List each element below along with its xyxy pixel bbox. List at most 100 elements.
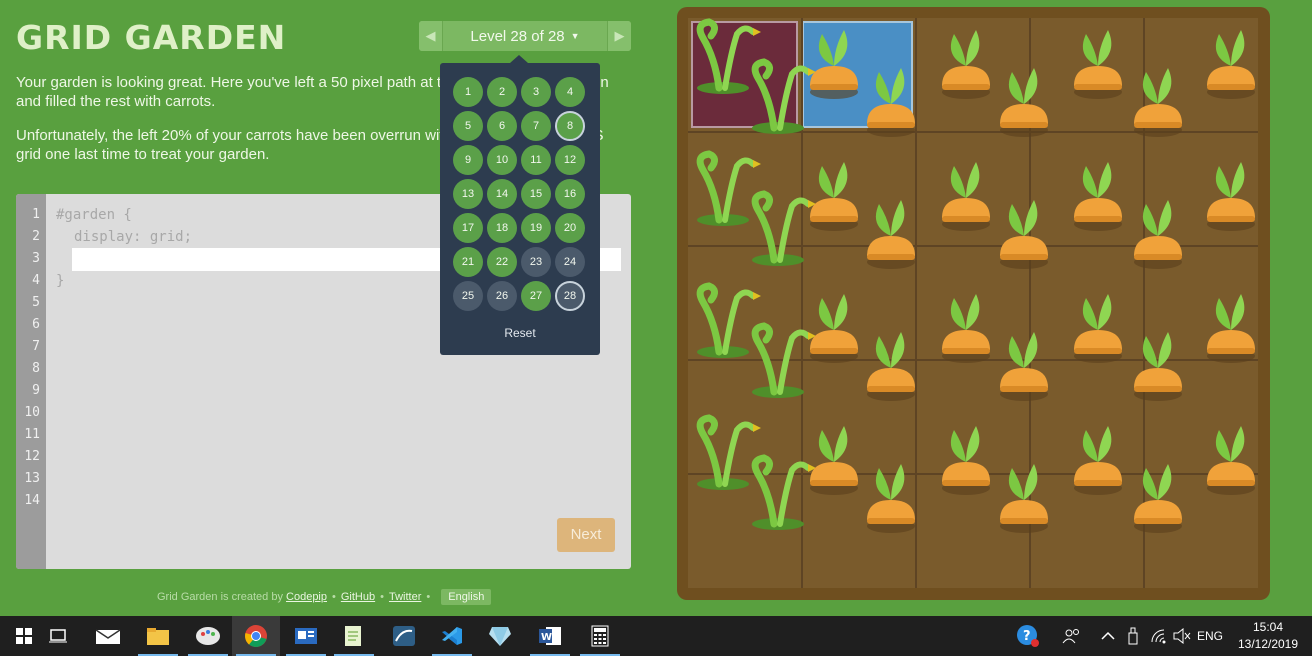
line-number: 13	[24, 471, 40, 486]
level-button-7[interactable]: 7	[521, 111, 551, 141]
level-button-2[interactable]: 2	[487, 77, 517, 107]
line-number: 11	[24, 427, 40, 442]
people-icon[interactable]	[1052, 616, 1092, 656]
clock[interactable]: 15:04 13/12/2019	[1230, 619, 1306, 653]
level-button-23[interactable]: 23	[521, 247, 551, 277]
line-numbers: 1 2 3 4 5 6 7 8 9 10 11 12 13 14	[16, 194, 46, 569]
volume-muted-icon[interactable]	[1168, 616, 1196, 656]
level-button-10[interactable]: 10	[487, 145, 517, 175]
level-button-26[interactable]: 26	[487, 281, 517, 311]
code-line-1: #garden {	[56, 207, 132, 223]
next-level-button[interactable]: ▶	[607, 21, 631, 51]
github-link[interactable]: GitHub	[341, 591, 375, 603]
usb-icon[interactable]	[1120, 616, 1146, 656]
line-number: 14	[24, 493, 40, 508]
line-number: 12	[24, 449, 40, 464]
level-button-14[interactable]: 14	[487, 179, 517, 209]
next-button[interactable]: Next	[557, 518, 615, 552]
help-icon[interactable]: ?	[1006, 616, 1050, 656]
carrot	[810, 294, 858, 363]
level-button-13[interactable]: 13	[453, 179, 483, 209]
level-button-18[interactable]: 18	[487, 213, 517, 243]
garden-plants	[688, 18, 1258, 588]
language-indicator[interactable]: ENG	[1194, 616, 1226, 656]
triangle-left-icon: ◀	[425, 28, 436, 43]
triangle-right-icon: ▶	[614, 28, 625, 43]
previous-level-button[interactable]: ◀	[419, 21, 443, 51]
level-button-17[interactable]: 17	[453, 213, 483, 243]
carrot	[1000, 332, 1048, 401]
carrot	[1207, 426, 1255, 495]
level-button-19[interactable]: 19	[521, 213, 551, 243]
calculator-icon[interactable]	[576, 616, 624, 656]
reset-button[interactable]: Reset	[440, 326, 600, 340]
caret-down-icon: ▼	[570, 30, 580, 41]
level-button-9[interactable]: 9	[453, 145, 483, 175]
carrot	[1074, 162, 1122, 231]
carrot	[867, 68, 915, 137]
codepip-link[interactable]: Codepip	[286, 591, 327, 603]
notepad-icon[interactable]	[330, 616, 378, 656]
line-number: 7	[32, 339, 40, 354]
footer: Grid Garden is created by Codepip • GitH…	[157, 589, 492, 605]
taskbar: W ? ENG 15:04 13/12/2019	[0, 616, 1312, 656]
weed	[696, 282, 761, 358]
level-navigator: ◀ Level 28 of 28 ▼ ▶	[419, 21, 631, 51]
sketch-icon[interactable]	[476, 616, 524, 656]
svg-text:W: W	[541, 632, 552, 643]
level-button-15[interactable]: 15	[521, 179, 551, 209]
level-button-11[interactable]: 11	[521, 145, 551, 175]
mysql-workbench-icon[interactable]	[380, 616, 428, 656]
show-hidden-icons-icon[interactable]	[1094, 616, 1122, 656]
line-number: 5	[32, 295, 40, 310]
mail-icon[interactable]	[84, 616, 132, 656]
level-button-8[interactable]: 8	[555, 111, 585, 141]
line-number: 3	[32, 251, 40, 266]
code-line-4: }	[56, 273, 65, 289]
level-button-22[interactable]: 22	[487, 247, 517, 277]
weed	[696, 414, 761, 490]
carrot	[1134, 200, 1182, 269]
level-button-25[interactable]: 25	[453, 281, 483, 311]
file-explorer-icon[interactable]	[134, 616, 182, 656]
level-button-5[interactable]: 5	[453, 111, 483, 141]
twitter-link[interactable]: Twitter	[389, 591, 421, 603]
paint-icon[interactable]	[184, 616, 232, 656]
code-line-2: display: grid;	[74, 229, 193, 245]
bullet-separator: •	[426, 591, 431, 603]
carrot	[1074, 294, 1122, 363]
level-button-20[interactable]: 20	[555, 213, 585, 243]
task-view-icon[interactable]	[34, 616, 82, 656]
line-number: 2	[32, 229, 40, 244]
level-button-3[interactable]: 3	[521, 77, 551, 107]
level-indicator[interactable]: Level 28 of 28 ▼	[443, 28, 607, 45]
level-menu: 1 2 3 4 5 6 7 8 9 10 11 12 13 14 15 16 17 18 19 20 21 22 23 24 2…	[440, 55, 600, 355]
level-button-1[interactable]: 1	[453, 77, 483, 107]
level-button-6[interactable]: 6	[487, 111, 517, 141]
carrot	[810, 162, 858, 231]
carrot	[810, 426, 858, 495]
word-icon[interactable]: W	[526, 616, 574, 656]
level-button-21[interactable]: 21	[453, 247, 483, 277]
app-title: GRID GARDEN	[16, 18, 287, 57]
language-selector[interactable]: English	[441, 589, 492, 605]
level-button-4[interactable]: 4	[555, 77, 585, 107]
garden-board	[677, 7, 1270, 600]
date: 13/12/2019	[1237, 637, 1299, 651]
level-button-28[interactable]: 28	[555, 281, 585, 311]
chrome-icon[interactable]	[232, 616, 280, 656]
line-number: 10	[24, 405, 40, 420]
level-button-24[interactable]: 24	[555, 247, 585, 277]
carrot	[810, 30, 858, 99]
carrot	[1074, 426, 1122, 495]
level-button-27[interactable]: 27	[521, 281, 551, 311]
carrot	[942, 30, 990, 99]
time: 15:04	[1252, 620, 1284, 634]
carrot	[1207, 30, 1255, 99]
level-button-16[interactable]: 16	[555, 179, 585, 209]
line-number: 9	[32, 383, 40, 398]
level-button-12[interactable]: 12	[555, 145, 585, 175]
news-icon[interactable]	[282, 616, 330, 656]
line-number: 4	[32, 273, 40, 288]
vscode-icon[interactable]	[428, 616, 476, 656]
